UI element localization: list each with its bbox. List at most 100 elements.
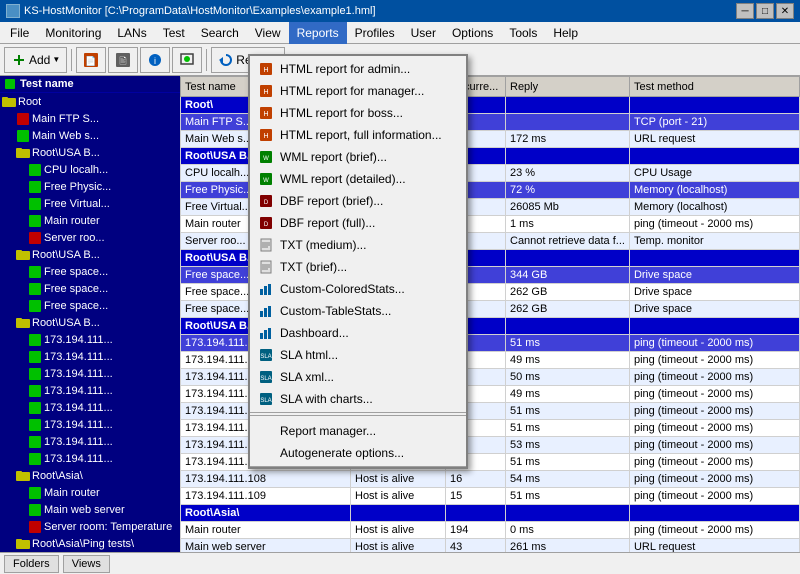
table-cell bbox=[506, 97, 630, 114]
separator-2 bbox=[206, 49, 207, 71]
reports-menu-item[interactable]: WWML report (detailed)... bbox=[250, 168, 466, 190]
tree-icon bbox=[28, 231, 42, 245]
sidebar-item[interactable]: 173.194.111... bbox=[0, 416, 180, 433]
table-cell: ping (timeout - 2000 ms) bbox=[629, 471, 799, 488]
reports-extra-item[interactable]: Autogenerate options... bbox=[250, 442, 466, 464]
sidebar-item[interactable]: Root\Asia\Ping tests\ bbox=[0, 535, 180, 552]
sidebar-item[interactable]: Root bbox=[0, 93, 180, 110]
sidebar-item[interactable]: 173.194.111... bbox=[0, 399, 180, 416]
sidebar-item[interactable]: Root\USA B... bbox=[0, 144, 180, 161]
reports-menu-item[interactable]: SLASLA xml... bbox=[250, 366, 466, 388]
sidebar-item[interactable]: Main FTP S... bbox=[0, 110, 180, 127]
svg-text:D: D bbox=[264, 222, 269, 228]
table-cell: 262 GB bbox=[506, 301, 630, 318]
reports-menu-item[interactable]: SLASLA html... bbox=[250, 344, 466, 366]
sidebar-item[interactable]: Free space... bbox=[0, 297, 180, 314]
menu-user[interactable]: User bbox=[403, 22, 444, 44]
add-button[interactable]: Add ▼ bbox=[4, 47, 67, 73]
sidebar-item[interactable]: Free space... bbox=[0, 280, 180, 297]
close-button[interactable]: ✕ bbox=[776, 3, 794, 19]
maximize-button[interactable]: □ bbox=[756, 3, 774, 19]
tree-item-label: 173.194.111... bbox=[44, 334, 113, 346]
menu-item-label: WML report (brief)... bbox=[280, 150, 387, 164]
sidebar-item[interactable]: Free space... bbox=[0, 263, 180, 280]
menu-tools[interactable]: Tools bbox=[501, 22, 545, 44]
menu-search[interactable]: Search bbox=[193, 22, 247, 44]
menu-test[interactable]: Test bbox=[155, 22, 193, 44]
menu-reports[interactable]: Reports bbox=[289, 22, 347, 44]
menu-item-label: HTML report for manager... bbox=[280, 84, 424, 98]
col-reply: Reply bbox=[506, 77, 630, 97]
sidebar-item[interactable]: Free Virtual... bbox=[0, 195, 180, 212]
reports-menu-item[interactable]: DDBF report (brief)... bbox=[250, 190, 466, 212]
sidebar-item[interactable]: 173.194.111... bbox=[0, 450, 180, 467]
reports-menu-item[interactable]: SLASLA with charts... bbox=[250, 388, 466, 410]
table-row[interactable]: 173.194.111.109Host is alive1551 msping … bbox=[181, 488, 800, 505]
table-cell bbox=[446, 505, 506, 522]
table-cell: ping (timeout - 2000 ms) bbox=[629, 488, 799, 505]
reports-menu-item[interactable]: Dashboard... bbox=[250, 322, 466, 344]
reports-menu-item[interactable]: TXT (brief)... bbox=[250, 256, 466, 278]
table-row[interactable]: Main routerHost is alive1940 msping (tim… bbox=[181, 522, 800, 539]
menu-help[interactable]: Help bbox=[545, 22, 586, 44]
sidebar-item[interactable]: Main router bbox=[0, 484, 180, 501]
menu-file[interactable]: File bbox=[2, 22, 37, 44]
blank-icon bbox=[258, 445, 274, 461]
toolbar-icon-4[interactable] bbox=[172, 47, 202, 73]
reports-menu-item[interactable]: Custom-ColoredStats... bbox=[250, 278, 466, 300]
table-cell: 51 ms bbox=[506, 335, 630, 352]
table-row[interactable]: Root\Asia\ bbox=[181, 505, 800, 522]
reports-menu-item[interactable]: HHTML report for manager... bbox=[250, 80, 466, 102]
tree-item-label: 173.194.111... bbox=[44, 368, 113, 380]
toolbar-icon-2[interactable]: 🖹 bbox=[108, 47, 138, 73]
menu-monitoring[interactable]: Monitoring bbox=[37, 22, 109, 44]
table-cell: 173.194.111.109 bbox=[181, 488, 351, 505]
menu-view[interactable]: View bbox=[247, 22, 289, 44]
sidebar-item[interactable]: 173.194.111... bbox=[0, 348, 180, 365]
sidebar-item[interactable]: Main router bbox=[0, 212, 180, 229]
reports-menu-item[interactable]: HHTML report, full information... bbox=[250, 124, 466, 146]
sidebar-item[interactable]: Root\USA B... bbox=[0, 314, 180, 331]
tree-item-label: Root\Asia\Ping tests\ bbox=[32, 538, 134, 550]
reports-menu-item[interactable]: HHTML report for admin... bbox=[250, 58, 466, 80]
sidebar-item[interactable]: Server roo... bbox=[0, 229, 180, 246]
sidebar-tree[interactable]: RootMain FTP S...Main Web s...Root\USA B… bbox=[0, 93, 180, 552]
toolbar-icon-3[interactable]: i bbox=[140, 47, 170, 73]
table-cell: Drive space bbox=[629, 301, 799, 318]
menu-options[interactable]: Options bbox=[444, 22, 501, 44]
svg-text:W: W bbox=[263, 178, 269, 184]
sidebar-item[interactable]: Main web server bbox=[0, 501, 180, 518]
toolbar-icon-1[interactable]: 📄 bbox=[76, 47, 106, 73]
table-row[interactable]: 173.194.111.108Host is alive1654 msping … bbox=[181, 471, 800, 488]
sidebar-item[interactable]: Free Physic... bbox=[0, 178, 180, 195]
reports-extra-item[interactable]: Report manager... bbox=[250, 420, 466, 442]
table-cell: Root\Asia\ bbox=[181, 505, 351, 522]
reports-menu-item[interactable]: HHTML report for boss... bbox=[250, 102, 466, 124]
sidebar-item[interactable]: 173.194.111... bbox=[0, 331, 180, 348]
table-cell bbox=[506, 505, 630, 522]
minimize-button[interactable]: ─ bbox=[736, 3, 754, 19]
table-cell bbox=[629, 148, 799, 165]
stats-icon bbox=[258, 303, 274, 319]
reports-menu-item[interactable]: WWML report (brief)... bbox=[250, 146, 466, 168]
sidebar-item[interactable]: Root\Asia\ bbox=[0, 467, 180, 484]
folders-button[interactable]: Folders bbox=[4, 555, 59, 573]
tree-item-label: Free space... bbox=[44, 266, 108, 278]
sidebar-item[interactable]: 173.194.111... bbox=[0, 382, 180, 399]
table-row[interactable]: Main web serverHost is alive43261 msURL … bbox=[181, 539, 800, 553]
sidebar-item[interactable]: Root\USA B... bbox=[0, 246, 180, 263]
sidebar-item[interactable]: CPU localh... bbox=[0, 161, 180, 178]
menu-profiles[interactable]: Profiles bbox=[347, 22, 403, 44]
sidebar-item[interactable]: Main Web s... bbox=[0, 127, 180, 144]
tree-icon bbox=[16, 129, 30, 143]
sidebar-item[interactable]: 173.194.111... bbox=[0, 433, 180, 450]
sidebar-item[interactable]: Server room: Temperature bbox=[0, 518, 180, 535]
sidebar-item[interactable]: 173.194.111... bbox=[0, 365, 180, 382]
views-button[interactable]: Views bbox=[63, 555, 110, 573]
svg-text:H: H bbox=[263, 67, 268, 74]
menu-lans[interactable]: LANs bbox=[109, 22, 154, 44]
table-cell: ping (timeout - 2000 ms) bbox=[629, 369, 799, 386]
reports-menu-item[interactable]: DDBF report (full)... bbox=[250, 212, 466, 234]
reports-menu-item[interactable]: TXT (medium)... bbox=[250, 234, 466, 256]
reports-menu-item[interactable]: Custom-TableStats... bbox=[250, 300, 466, 322]
